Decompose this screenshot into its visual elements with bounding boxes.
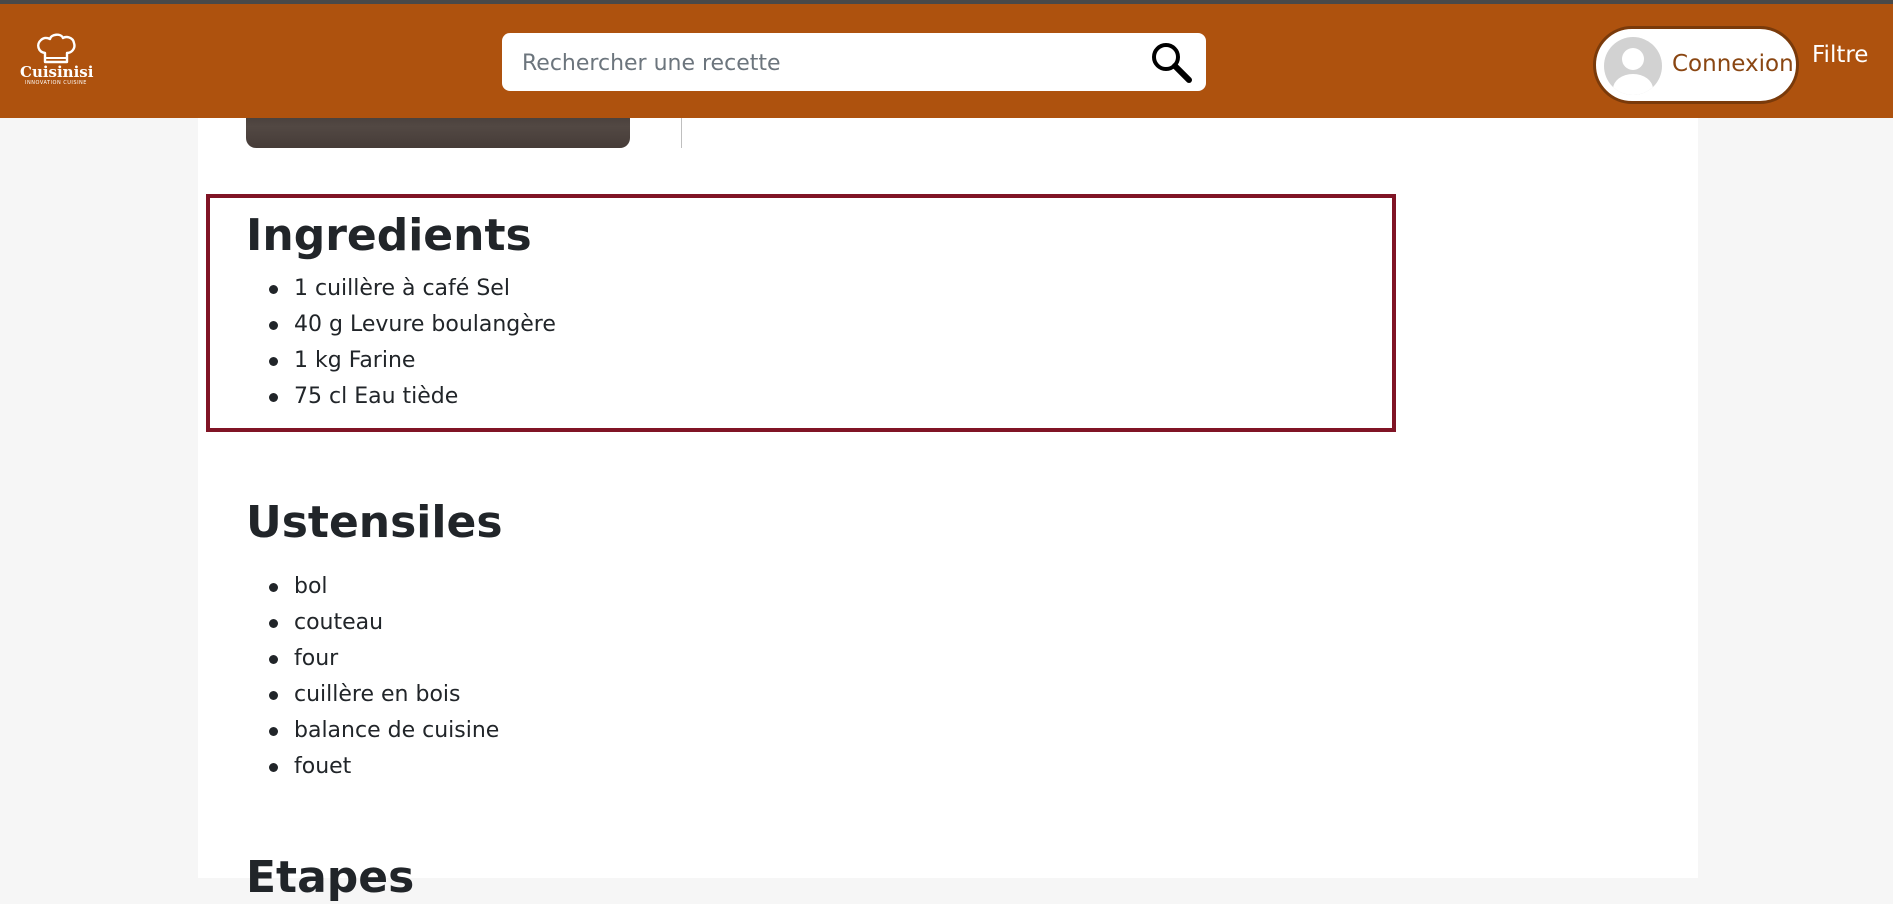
logo-name: Cuisinisi	[20, 63, 94, 81]
recipe-content: Ingredients 1 cuillère à café Sel 40 g L…	[198, 0, 1698, 903]
search-icon	[1152, 43, 1192, 83]
search-button[interactable]	[1148, 39, 1194, 85]
login-button[interactable]: Connexion	[1593, 26, 1799, 104]
ingredient-item: 40 g Levure boulangère	[246, 307, 556, 343]
ustensile-item: cuillère en bois	[246, 677, 503, 713]
top-navbar: Cuisinisi INNOVATION CUISINE Connexion F…	[0, 0, 1893, 118]
search-bar	[502, 33, 1206, 93]
ustensiles-list: bol couteau four cuillère en bois balanc…	[246, 569, 503, 785]
chef-hat-icon	[37, 33, 76, 64]
login-label: Connexion	[1672, 51, 1794, 77]
ustensile-item: balance de cuisine	[246, 713, 503, 749]
filter-link[interactable]: Filtre	[1812, 42, 1868, 68]
ustensiles-section: Ustensiles bol couteau four cuillère en …	[246, 497, 503, 785]
ustensile-item: four	[246, 641, 503, 677]
ingredients-section: Ingredients 1 cuillère à café Sel 40 g L…	[206, 194, 1396, 432]
search-input[interactable]	[520, 33, 1124, 93]
logo-tagline: INNOVATION CUISINE	[25, 80, 87, 86]
ingredient-item: 1 cuillère à café Sel	[246, 271, 556, 307]
avatar-icon	[1604, 37, 1662, 95]
ingredients-list: 1 cuillère à café Sel 40 g Levure boulan…	[246, 271, 556, 415]
site-logo[interactable]: Cuisinisi INNOVATION CUISINE	[20, 32, 94, 102]
ustensile-item: fouet	[246, 749, 503, 785]
ingredient-item: 1 kg Farine	[246, 343, 556, 379]
ingredients-title: Ingredients	[246, 210, 532, 261]
ustensile-item: bol	[246, 569, 503, 605]
ingredient-item: 75 cl Eau tiède	[246, 379, 556, 415]
etapes-section: Etapes	[246, 852, 414, 904]
etapes-title: Etapes	[246, 852, 415, 903]
ustensiles-title: Ustensiles	[246, 497, 503, 548]
ustensile-item: couteau	[246, 605, 503, 641]
